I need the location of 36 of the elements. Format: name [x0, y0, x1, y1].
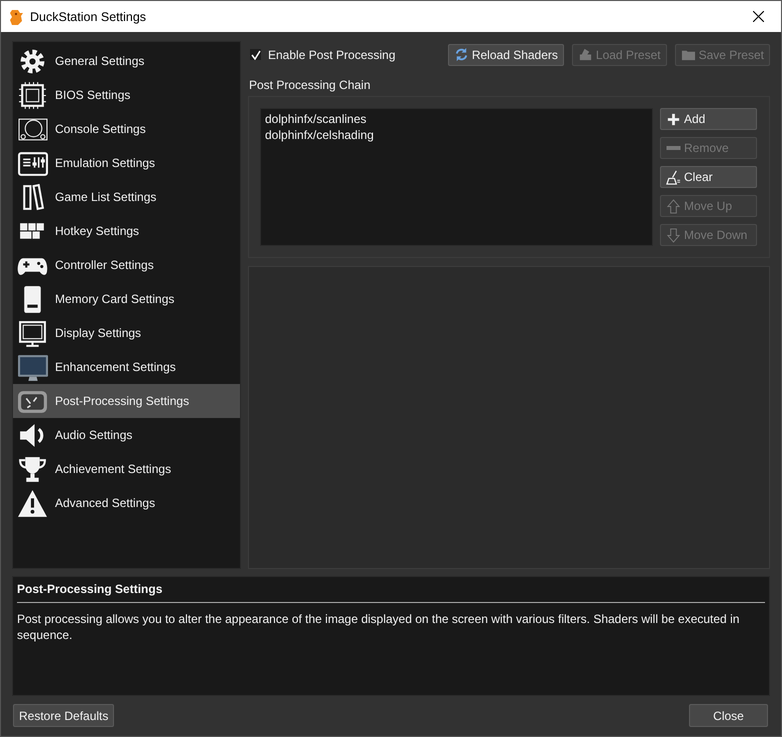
refresh-icon: [454, 47, 469, 62]
plus-icon: [666, 112, 681, 126]
up-arrow-icon: [666, 198, 681, 214]
list-item[interactable]: dolphinfx/scanlines: [265, 111, 648, 127]
sidebar-item[interactable]: Memory Card Settings: [13, 282, 240, 316]
sidebar-item[interactable]: Emulation Settings: [13, 146, 240, 180]
chip-icon: [17, 80, 48, 110]
minus-icon: [666, 146, 681, 150]
toolbar-button[interactable]: Reload Shaders: [448, 44, 564, 66]
duck-logo-icon: [9, 8, 23, 24]
description-text: Post processing allows you to alter the appearance of the image displayed on the screen with various filters. Shaders will be executed in sequence.: [17, 611, 740, 643]
sidebar-item[interactable]: Console Settings: [13, 112, 240, 146]
broom-icon: [666, 170, 681, 184]
toolbar-button[interactable]: Add: [660, 108, 757, 130]
checkbox-label: Enable Post Processing: [268, 48, 396, 62]
sidebar-item[interactable]: Display Settings: [13, 316, 240, 350]
sidebar-item[interactable]: Hotkey Settings: [13, 214, 240, 248]
sidebar-item[interactable]: BIOS Settings: [13, 78, 240, 112]
sidebar-item[interactable]: Controller Settings: [13, 248, 240, 282]
toolbar-button[interactable]: Clear: [660, 166, 757, 188]
section-label: Post Processing Chain: [249, 78, 372, 92]
sidebar-item[interactable]: Advanced Settings: [13, 486, 240, 520]
sidebar-item[interactable]: Game List Settings: [13, 180, 240, 214]
window-title: DuckStation Settings: [30, 10, 148, 24]
description-title: Post-Processing Settings: [17, 582, 765, 603]
checkbox[interactable]: [250, 49, 261, 60]
sidebar-item[interactable]: General Settings: [13, 44, 240, 78]
sidebar-item[interactable]: Post-Processing Settings: [13, 384, 240, 418]
warning-icon: [17, 488, 48, 518]
list-item[interactable]: dolphinfx/celshading: [265, 127, 648, 143]
restore-defaults-button[interactable]: Restore Defaults: [13, 704, 114, 727]
sidebar-item[interactable]: Enhancement Settings: [13, 350, 240, 384]
down-arrow-icon: [666, 228, 681, 242]
sidebar-item[interactable]: Audio Settings: [13, 418, 240, 452]
close-button[interactable]: Close: [689, 704, 768, 727]
sidebar-item[interactable]: Achievement Settings: [13, 452, 240, 486]
